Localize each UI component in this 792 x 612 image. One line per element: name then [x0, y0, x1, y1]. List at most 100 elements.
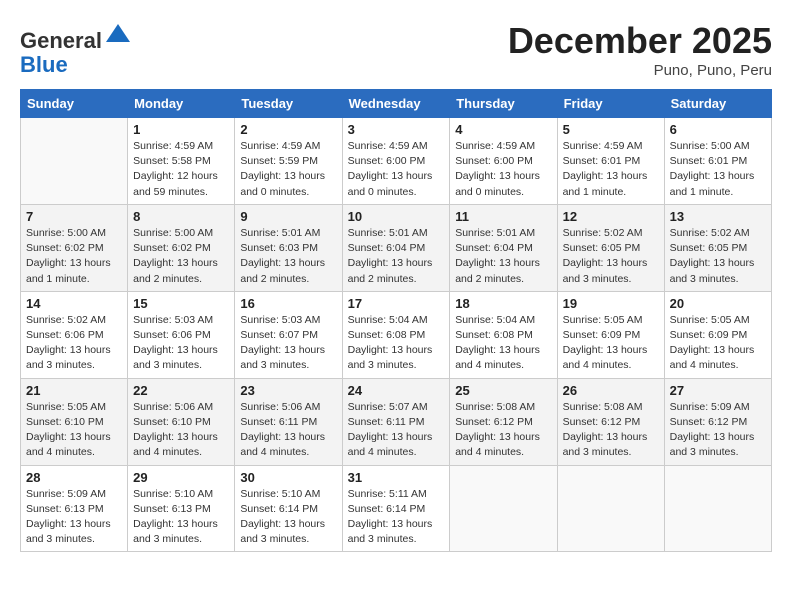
day-info: Sunrise: 5:07 AMSunset: 6:11 PMDaylight:…: [348, 400, 445, 461]
day-number: 15: [133, 296, 229, 311]
day-info: Sunrise: 5:00 AMSunset: 6:02 PMDaylight:…: [26, 226, 122, 287]
day-number: 18: [455, 296, 551, 311]
calendar-cell: 17 Sunrise: 5:04 AMSunset: 6:08 PMDayligh…: [342, 291, 450, 378]
day-info: Sunrise: 5:10 AMSunset: 6:13 PMDaylight:…: [133, 487, 229, 548]
day-number: 21: [26, 383, 122, 398]
day-number: 28: [26, 470, 122, 485]
day-info: Sunrise: 5:06 AMSunset: 6:10 PMDaylight:…: [133, 400, 229, 461]
weekday-header-row: SundayMondayTuesdayWednesdayThursdayFrid…: [21, 90, 772, 118]
calendar-cell: 4Sunrise: 4:59 AMSunset: 6:00 PMDaylight…: [450, 118, 557, 205]
day-number: 5: [563, 122, 659, 137]
day-number: 13: [670, 209, 766, 224]
weekday-header-saturday: Saturday: [664, 90, 771, 118]
calendar-cell: [450, 465, 557, 552]
location-title: Puno, Puno, Peru: [508, 62, 772, 79]
calendar-week-row: 1Sunrise: 4:59 AMSunset: 5:58 PMDaylight…: [21, 118, 772, 205]
day-info: Sunrise: 5:02 AMSunset: 6:05 PMDaylight:…: [563, 226, 659, 287]
day-info: Sunrise: 4:59 AMSunset: 5:59 PMDaylight:…: [240, 139, 336, 200]
logo-general-text: General: [20, 28, 102, 53]
day-number: 12: [563, 209, 659, 224]
title-area: December 2025 Puno, Puno, Peru: [508, 20, 772, 79]
day-info: Sunrise: 5:06 AMSunset: 6:11 PMDaylight:…: [240, 400, 336, 461]
calendar-cell: 1Sunrise: 4:59 AMSunset: 5:58 PMDaylight…: [128, 118, 235, 205]
calendar-cell: 8 Sunrise: 5:00 AMSunset: 6:02 PMDaylight…: [128, 204, 235, 291]
calendar-cell: 31 Sunrise: 5:11 AMSunset: 6:14 PMDayligh…: [342, 465, 450, 552]
calendar-cell: 3Sunrise: 4:59 AMSunset: 6:00 PMDaylight…: [342, 118, 450, 205]
calendar-cell: [557, 465, 664, 552]
calendar-week-row: 28 Sunrise: 5:09 AMSunset: 6:13 PMDayligh…: [21, 465, 772, 552]
calendar-cell: 16 Sunrise: 5:03 AMSunset: 6:07 PMDayligh…: [235, 291, 342, 378]
day-info: Sunrise: 5:10 AMSunset: 6:14 PMDaylight:…: [240, 487, 336, 548]
day-number: 31: [348, 470, 445, 485]
day-number: 1: [133, 122, 229, 137]
day-number: 22: [133, 383, 229, 398]
day-number: 26: [563, 383, 659, 398]
day-number: 10: [348, 209, 445, 224]
calendar-cell: [21, 118, 128, 205]
weekday-header-monday: Monday: [128, 90, 235, 118]
day-number: 23: [240, 383, 336, 398]
calendar-cell: 23 Sunrise: 5:06 AMSunset: 6:11 PMDayligh…: [235, 378, 342, 465]
day-info: Sunrise: 5:05 AMSunset: 6:09 PMDaylight:…: [563, 313, 659, 374]
calendar-cell: 25 Sunrise: 5:08 AMSunset: 6:12 PMDayligh…: [450, 378, 557, 465]
day-info: Sunrise: 5:00 AMSunset: 6:01 PMDaylight:…: [670, 139, 766, 200]
logo-blue-text: Blue: [20, 52, 68, 77]
day-info: Sunrise: 4:59 AMSunset: 6:00 PMDaylight:…: [455, 139, 551, 200]
day-info: Sunrise: 5:09 AMSunset: 6:13 PMDaylight:…: [26, 487, 122, 548]
day-info: Sunrise: 5:00 AMSunset: 6:02 PMDaylight:…: [133, 226, 229, 287]
weekday-header-friday: Friday: [557, 90, 664, 118]
day-number: 20: [670, 296, 766, 311]
day-number: 8: [133, 209, 229, 224]
calendar-cell: 18 Sunrise: 5:04 AMSunset: 6:08 PMDayligh…: [450, 291, 557, 378]
weekday-header-tuesday: Tuesday: [235, 90, 342, 118]
calendar-cell: 12 Sunrise: 5:02 AMSunset: 6:05 PMDayligh…: [557, 204, 664, 291]
day-info: Sunrise: 5:05 AMSunset: 6:10 PMDaylight:…: [26, 400, 122, 461]
day-info: Sunrise: 5:04 AMSunset: 6:08 PMDaylight:…: [455, 313, 551, 374]
day-info: Sunrise: 5:01 AMSunset: 6:04 PMDaylight:…: [455, 226, 551, 287]
day-number: 27: [670, 383, 766, 398]
day-number: 16: [240, 296, 336, 311]
day-number: 24: [348, 383, 445, 398]
calendar-cell: [664, 465, 771, 552]
day-info: Sunrise: 5:02 AMSunset: 6:05 PMDaylight:…: [670, 226, 766, 287]
calendar-cell: 5Sunrise: 4:59 AMSunset: 6:01 PMDaylight…: [557, 118, 664, 205]
day-info: Sunrise: 5:03 AMSunset: 6:07 PMDaylight:…: [240, 313, 336, 374]
day-info: Sunrise: 5:08 AMSunset: 6:12 PMDaylight:…: [563, 400, 659, 461]
weekday-header-wednesday: Wednesday: [342, 90, 450, 118]
calendar-cell: 24 Sunrise: 5:07 AMSunset: 6:11 PMDayligh…: [342, 378, 450, 465]
calendar-cell: 22 Sunrise: 5:06 AMSunset: 6:10 PMDayligh…: [128, 378, 235, 465]
day-number: 30: [240, 470, 336, 485]
day-number: 29: [133, 470, 229, 485]
calendar-week-row: 14 Sunrise: 5:02 AMSunset: 6:06 PMDayligh…: [21, 291, 772, 378]
month-title: December 2025: [508, 20, 772, 62]
day-info: Sunrise: 5:02 AMSunset: 6:06 PMDaylight:…: [26, 313, 122, 374]
day-info: Sunrise: 5:01 AMSunset: 6:04 PMDaylight:…: [348, 226, 445, 287]
logo: General Blue: [20, 20, 132, 77]
day-number: 17: [348, 296, 445, 311]
calendar-week-row: 7 Sunrise: 5:00 AMSunset: 6:02 PMDaylight…: [21, 204, 772, 291]
day-number: 25: [455, 383, 551, 398]
calendar-cell: 2Sunrise: 4:59 AMSunset: 5:59 PMDaylight…: [235, 118, 342, 205]
day-number: 14: [26, 296, 122, 311]
day-number: 9: [240, 209, 336, 224]
weekday-header-sunday: Sunday: [21, 90, 128, 118]
calendar-cell: 15Sunrise: 5:03 AMSunset: 6:06 PMDayligh…: [128, 291, 235, 378]
day-number: 19: [563, 296, 659, 311]
calendar-cell: 6Sunrise: 5:00 AMSunset: 6:01 PMDaylight…: [664, 118, 771, 205]
calendar-cell: 28 Sunrise: 5:09 AMSunset: 6:13 PMDayligh…: [21, 465, 128, 552]
day-info: Sunrise: 5:05 AMSunset: 6:09 PMDaylight:…: [670, 313, 766, 374]
calendar-cell: 27Sunrise: 5:09 AMSunset: 6:12 PMDayligh…: [664, 378, 771, 465]
calendar-cell: 14 Sunrise: 5:02 AMSunset: 6:06 PMDayligh…: [21, 291, 128, 378]
calendar-week-row: 21 Sunrise: 5:05 AMSunset: 6:10 PMDayligh…: [21, 378, 772, 465]
day-info: Sunrise: 5:08 AMSunset: 6:12 PMDaylight:…: [455, 400, 551, 461]
day-number: 3: [348, 122, 445, 137]
calendar-cell: 29 Sunrise: 5:10 AMSunset: 6:13 PMDayligh…: [128, 465, 235, 552]
calendar-cell: 10 Sunrise: 5:01 AMSunset: 6:04 PMDayligh…: [342, 204, 450, 291]
day-info: Sunrise: 5:11 AMSunset: 6:14 PMDaylight:…: [348, 487, 445, 548]
calendar-cell: 30 Sunrise: 5:10 AMSunset: 6:14 PMDayligh…: [235, 465, 342, 552]
calendar-cell: 7 Sunrise: 5:00 AMSunset: 6:02 PMDaylight…: [21, 204, 128, 291]
calendar-cell: 11Sunrise: 5:01 AMSunset: 6:04 PMDayligh…: [450, 204, 557, 291]
day-info: Sunrise: 5:04 AMSunset: 6:08 PMDaylight:…: [348, 313, 445, 374]
weekday-header-thursday: Thursday: [450, 90, 557, 118]
day-number: 7: [26, 209, 122, 224]
